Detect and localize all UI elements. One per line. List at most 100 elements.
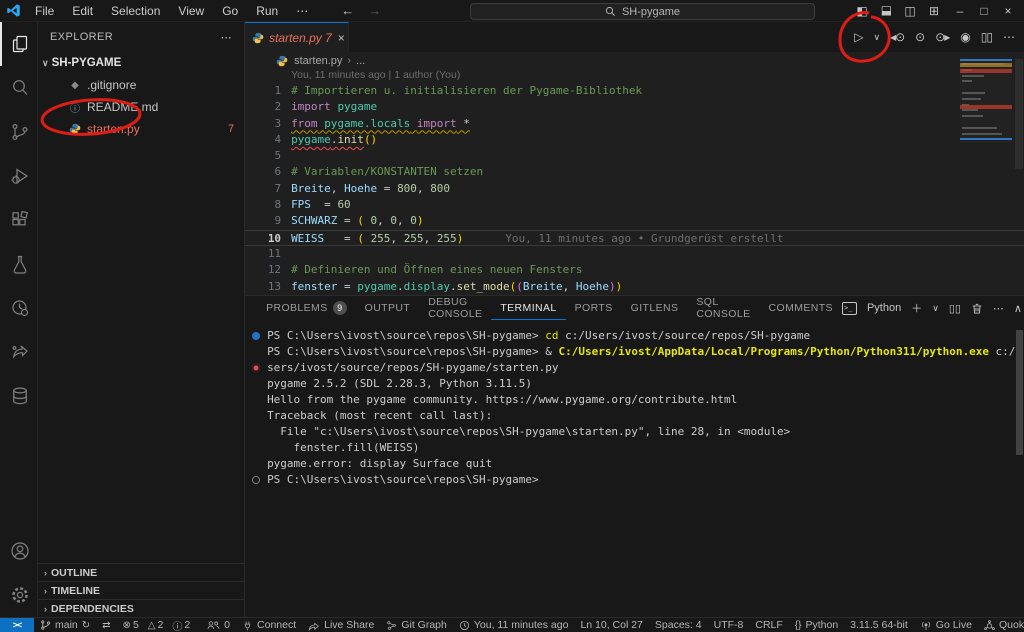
explorer-icon[interactable] bbox=[0, 22, 38, 66]
menu-view[interactable]: View bbox=[169, 0, 213, 22]
compare-changes-icon[interactable]: ⊙ bbox=[915, 30, 924, 44]
live-share-icon[interactable] bbox=[0, 330, 38, 374]
menu-selection[interactable]: Selection bbox=[102, 0, 169, 22]
indentation[interactable]: Spaces: 4 bbox=[649, 618, 708, 632]
git-branch[interactable]: main↻ bbox=[34, 618, 96, 632]
quokka[interactable]: Quokka bbox=[978, 618, 1024, 632]
file-starten.py[interactable]: starten.py7 bbox=[38, 118, 244, 140]
new-terminal-icon[interactable]: ＋ bbox=[911, 300, 922, 316]
gitlens-blame[interactable]: You, 11 minutes ago bbox=[453, 618, 575, 632]
section-outline[interactable]: ›OUTLINE bbox=[38, 563, 244, 581]
vscode-window: FileEditSelectionViewGoRun⋯ ← → SH-pygam… bbox=[0, 0, 1024, 632]
terminal-shell-label[interactable]: Python bbox=[867, 302, 901, 314]
editor-scrollbar[interactable] bbox=[1015, 59, 1023, 169]
panel-more-icon[interactable]: ⋯ bbox=[993, 302, 1004, 315]
remote-indicator[interactable]: >< bbox=[0, 618, 34, 632]
encoding[interactable]: UTF-8 bbox=[708, 618, 750, 632]
history-icon[interactable] bbox=[0, 286, 38, 330]
database-icon[interactable] bbox=[0, 374, 38, 418]
command-center-search[interactable]: SH-pygame bbox=[470, 3, 815, 20]
terminal-scrollbar[interactable] bbox=[1016, 330, 1023, 455]
close-icon[interactable]: × bbox=[996, 0, 1020, 22]
back-icon[interactable]: ← bbox=[341, 3, 354, 18]
run-button[interactable]: ▷ bbox=[854, 30, 862, 44]
menu-edit[interactable]: Edit bbox=[63, 0, 102, 22]
status-bar: ><main↻⇄⊗5△2ⓘ20ConnectLive ShareGit Grap… bbox=[0, 617, 1024, 632]
line-number: 7 bbox=[245, 181, 281, 197]
toggle-secondary-sidebar-icon[interactable]: ◫ bbox=[898, 0, 922, 22]
python-file-icon bbox=[275, 55, 289, 67]
split-terminal-icon[interactable]: ▯▯ bbox=[949, 302, 961, 315]
kill-terminal-icon[interactable] bbox=[971, 302, 983, 315]
panel-tab-terminal[interactable]: TERMINAL bbox=[491, 296, 565, 320]
minimize-icon[interactable]: – bbox=[948, 0, 972, 22]
menu-⋯[interactable]: ⋯ bbox=[287, 0, 317, 22]
code-text: SCHWARZ = ( 0, 0, 0) bbox=[281, 213, 423, 229]
settings-icon[interactable] bbox=[0, 573, 38, 617]
next-change-icon[interactable]: ⊙▸ bbox=[935, 30, 949, 44]
menu-file[interactable]: File bbox=[26, 0, 63, 22]
extensions-icon[interactable] bbox=[0, 198, 38, 242]
problems-summary[interactable]: ⊗5△2ⓘ2 bbox=[117, 618, 202, 632]
problems-badge: 9 bbox=[333, 301, 347, 315]
explorer-more-icon[interactable]: ⋯ bbox=[221, 31, 232, 44]
minimap[interactable] bbox=[960, 59, 1012, 143]
code-line-11: 11 bbox=[245, 246, 1024, 262]
panel-tab-gitlens[interactable]: GITLENS bbox=[622, 296, 688, 320]
panel-tab-ports[interactable]: PORTS bbox=[566, 296, 622, 320]
previous-change-icon[interactable]: ◂⊙ bbox=[890, 30, 904, 44]
account-icon[interactable] bbox=[0, 529, 38, 573]
terminal-output[interactable]: PS C:\Users\ivost\source\repos\SH-pygame… bbox=[245, 320, 1024, 617]
run-dropdown-icon[interactable]: ∨ bbox=[873, 32, 879, 43]
breadcrumb[interactable]: starten.py › ... bbox=[245, 52, 1024, 69]
panel-tab-comments[interactable]: COMMENTS bbox=[760, 296, 842, 320]
eol-sequence[interactable]: CRLF bbox=[749, 618, 788, 632]
panel-tab-output[interactable]: OUTPUT bbox=[356, 296, 420, 320]
go-live[interactable]: Go Live bbox=[914, 618, 978, 632]
file-README.md[interactable]: ⓘREADME.md bbox=[38, 96, 244, 118]
search-icon[interactable] bbox=[0, 66, 38, 110]
git-compare[interactable]: ⇄ bbox=[96, 618, 116, 632]
live-share-contacts[interactable]: 0 bbox=[201, 618, 236, 632]
file-.gitignore[interactable]: ◆.gitignore bbox=[38, 74, 244, 96]
panel-tab-sql-console[interactable]: SQL CONSOLE bbox=[687, 296, 759, 320]
run-or-debug-icon[interactable]: ◉ bbox=[960, 30, 969, 44]
customize-layout-icon[interactable]: ⊞ bbox=[922, 0, 946, 22]
terminal-line-5: Hello from the pygame community. https:/… bbox=[245, 392, 1024, 408]
panel-tab-problems[interactable]: PROBLEMS9 bbox=[257, 296, 356, 320]
python-interpreter[interactable]: 3.11.5 64-bit bbox=[844, 618, 914, 632]
language-mode[interactable]: {}Python bbox=[789, 618, 844, 632]
menu-run[interactable]: Run bbox=[247, 0, 287, 22]
section-dependencies[interactable]: ›DEPENDENCIES bbox=[38, 599, 244, 617]
git-graph[interactable]: Git Graph bbox=[380, 618, 453, 632]
gitlens-authors-lens[interactable]: You, 11 minutes ago | 1 author (You) bbox=[245, 69, 1024, 83]
menu-go[interactable]: Go bbox=[213, 0, 247, 22]
source-control-icon[interactable] bbox=[0, 110, 38, 154]
tab-close-icon[interactable]: × bbox=[338, 31, 345, 45]
sql-connect[interactable]: Connect bbox=[236, 618, 302, 632]
line-number: 5 bbox=[245, 148, 281, 164]
forward-icon[interactable]: → bbox=[368, 3, 381, 18]
panel-toolbar: >_ Python ＋∨▯▯⋯∧× bbox=[842, 300, 1024, 316]
cursor-position[interactable]: Ln 10, Col 27 bbox=[574, 618, 648, 632]
tab-starten-py[interactable]: starten.py 7 × bbox=[245, 22, 349, 52]
terminal-dropdown-icon[interactable]: ∨ bbox=[932, 303, 939, 314]
maximize-icon[interactable]: □ bbox=[972, 0, 996, 22]
code-line-8: 8FPS = 60 bbox=[245, 197, 1024, 213]
run-debug-icon[interactable] bbox=[0, 154, 38, 198]
toggle-panel-icon[interactable]: ◧ bbox=[874, 0, 898, 22]
split-editor-icon[interactable]: ▯▯ bbox=[981, 30, 992, 44]
maximize-panel-icon[interactable]: ∧ bbox=[1014, 302, 1022, 315]
code-editor[interactable]: 1# Importieren u. initialisieren der Pyg… bbox=[245, 83, 1024, 295]
toggle-sidebar-icon[interactable]: ◧ bbox=[850, 0, 874, 22]
panel-tab-debug-console[interactable]: DEBUG CONSOLE bbox=[419, 296, 491, 320]
section-timeline[interactable]: ›TIMELINE bbox=[38, 581, 244, 599]
testing-icon[interactable] bbox=[0, 242, 38, 286]
title-bar-right: ◧◧◫⊞ –□× bbox=[850, 0, 1024, 22]
terminal-line-1: PS C:\Users\ivost\source\repos\SH-pygame… bbox=[245, 328, 1024, 344]
tree-root-folder[interactable]: ∨ SH-PYGAME bbox=[38, 52, 244, 74]
more-actions-icon[interactable]: ⋯ bbox=[1003, 30, 1014, 44]
live-share[interactable]: Live Share bbox=[302, 618, 380, 632]
terminal-icon: >_ bbox=[842, 302, 857, 315]
vscode-logo-icon[interactable] bbox=[0, 3, 26, 18]
